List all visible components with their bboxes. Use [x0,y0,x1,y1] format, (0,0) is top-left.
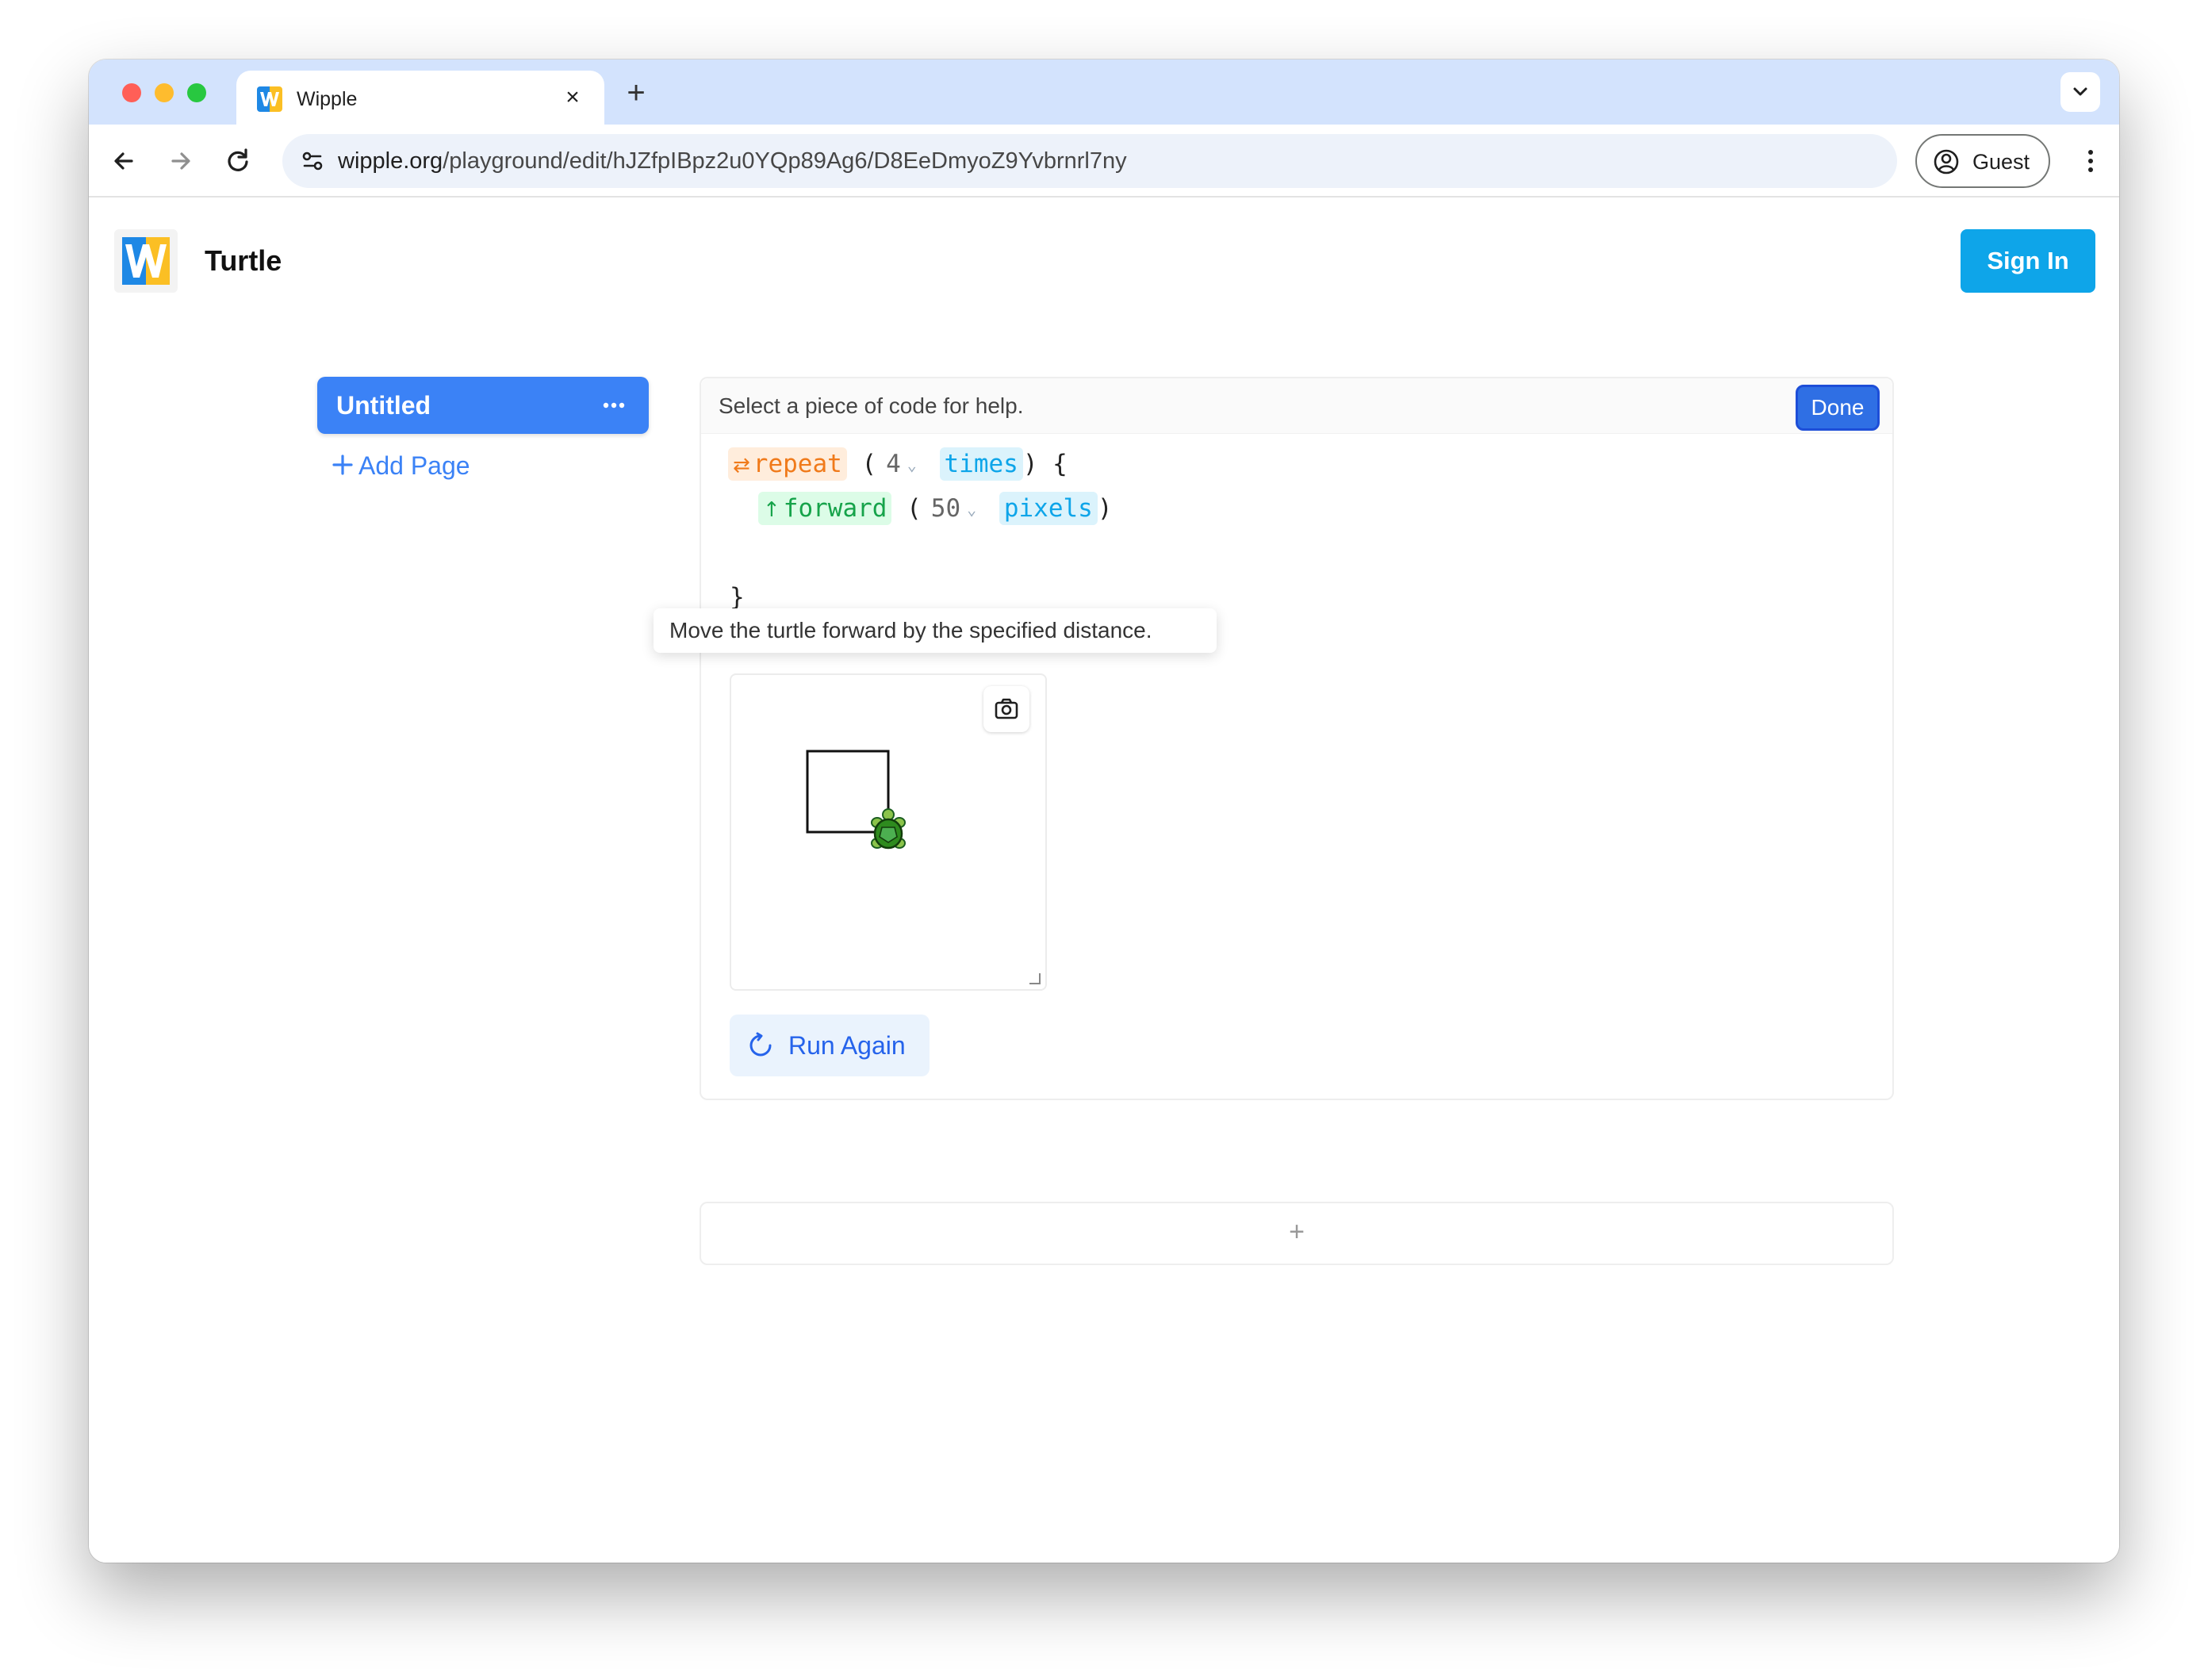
address-bar[interactable]: wipple.org/playground/edit/hJZfpIBpz2u0Y… [282,134,1897,188]
account-circle-icon [1934,149,1959,175]
turtle-icon [871,808,906,850]
plus-icon: + [1289,1217,1305,1247]
run-again-button[interactable]: Run Again [730,1015,930,1076]
arrow-up-icon: ↑ [763,498,780,522]
forward-amount-dropdown[interactable]: 50 ⌄ [922,492,984,525]
repeat-icon: ⇄ [733,454,750,478]
forward-close-paren: ) [1097,494,1113,523]
forward-open-paren: ( [907,494,922,523]
close-brace: } [730,583,745,612]
profile-label: Guest [1972,150,2030,174]
tab-wipple[interactable]: Wipple × [236,71,604,125]
forward-keyword[interactable]: ↑ forward [758,492,892,525]
help-bar: Select a piece of code for help. Done [701,378,1892,434]
wipple-favicon-icon [257,86,282,112]
browser-toolbar: wipple.org/playground/edit/hJZfpIBpz2u0Y… [89,125,2119,198]
done-button[interactable]: Done [1796,385,1880,431]
refresh-icon [749,1032,772,1057]
tune-icon [302,152,323,171]
arrow-right-icon [171,152,190,170]
maximize-window-button[interactable] [187,83,206,102]
run-again-label: Run Again [788,1031,906,1060]
camera-icon [995,698,1018,719]
code-line-repeat: ⇄ repeat (4 ⌄ times) { [728,447,1068,481]
tab-search-button[interactable] [2060,72,2100,112]
page-title: Turtle [205,244,282,277]
chevron-down-icon: ⌄ [967,500,977,519]
profile-button[interactable]: Guest [1915,134,2050,188]
code-line-forward: ↑ forward (50 ⌄ pixels) [758,491,1113,526]
sidebar-item-label: Untitled [336,391,431,420]
repeat-keyword[interactable]: ⇄ repeat [728,447,847,481]
tab-title: Wipple [297,88,358,110]
new-tab-button[interactable]: + [619,77,654,112]
repeat-count-dropdown[interactable]: 4 ⌄ [876,447,925,481]
chevron-down-icon: ⌄ [907,455,917,474]
help-tooltip: Move the turtle forward by the specified… [654,608,1217,653]
add-page-label: Add Page [358,451,470,480]
minimize-window-button[interactable] [155,83,174,102]
desktop-background: Wipple × + wipple.org/playground/edit/hJ… [0,0,2208,1680]
add-cell-button[interactable]: + [700,1202,1894,1265]
wipple-logo[interactable] [114,229,178,293]
times-unit[interactable]: times [939,447,1023,481]
url-path: /playground/edit/hJZfpIBpz2u0YQp89Ag6/D8… [443,148,1127,174]
close-window-button[interactable] [122,83,141,102]
browser-window: Wipple × + wipple.org/playground/edit/hJ… [89,59,2119,1563]
reload-button[interactable] [219,142,257,180]
add-page-button[interactable]: Add Page [332,450,470,481]
code-cell: Select a piece of code for help. Done ⇄ r… [700,377,1894,1100]
forward-button[interactable] [162,142,200,180]
tab-close-icon[interactable]: × [558,83,587,112]
screenshot-button[interactable] [983,686,1029,732]
url-text: wipple.org/playground/edit/hJZfpIBpz2u0Y… [338,148,1127,175]
back-button[interactable] [105,142,143,180]
browser-menu-button[interactable] [2072,142,2110,180]
plus-icon [332,450,358,481]
sidebar-item-untitled[interactable]: Untitled [317,377,649,434]
repeat-count-value: 4 [886,450,901,478]
site-info-button[interactable] [297,145,328,177]
page-content: Turtle Sign In Untitled Add Page Select … [89,198,2119,1563]
repeat-keyword-text: repeat [753,450,842,478]
chevron-down-icon [2073,87,2087,96]
close-paren-brace: ) { [1022,450,1068,478]
forward-amount-value: 50 [930,494,961,523]
open-paren: ( [861,450,877,478]
arrow-left-icon [114,152,133,170]
tab-strip: Wipple × + [89,59,2119,125]
help-text: Select a piece of code for help. [719,393,1024,418]
more-horiz-icon[interactable] [598,394,630,416]
turtle-canvas[interactable] [730,673,1047,991]
resize-handle[interactable] [1029,973,1041,984]
reload-icon [228,148,248,171]
more-vert-icon [2088,150,2093,172]
pixels-unit[interactable]: pixels [999,492,1098,525]
forward-keyword-text: forward [783,494,887,523]
url-host: wipple.org [338,148,443,174]
sign-in-button[interactable]: Sign In [1961,229,2095,293]
